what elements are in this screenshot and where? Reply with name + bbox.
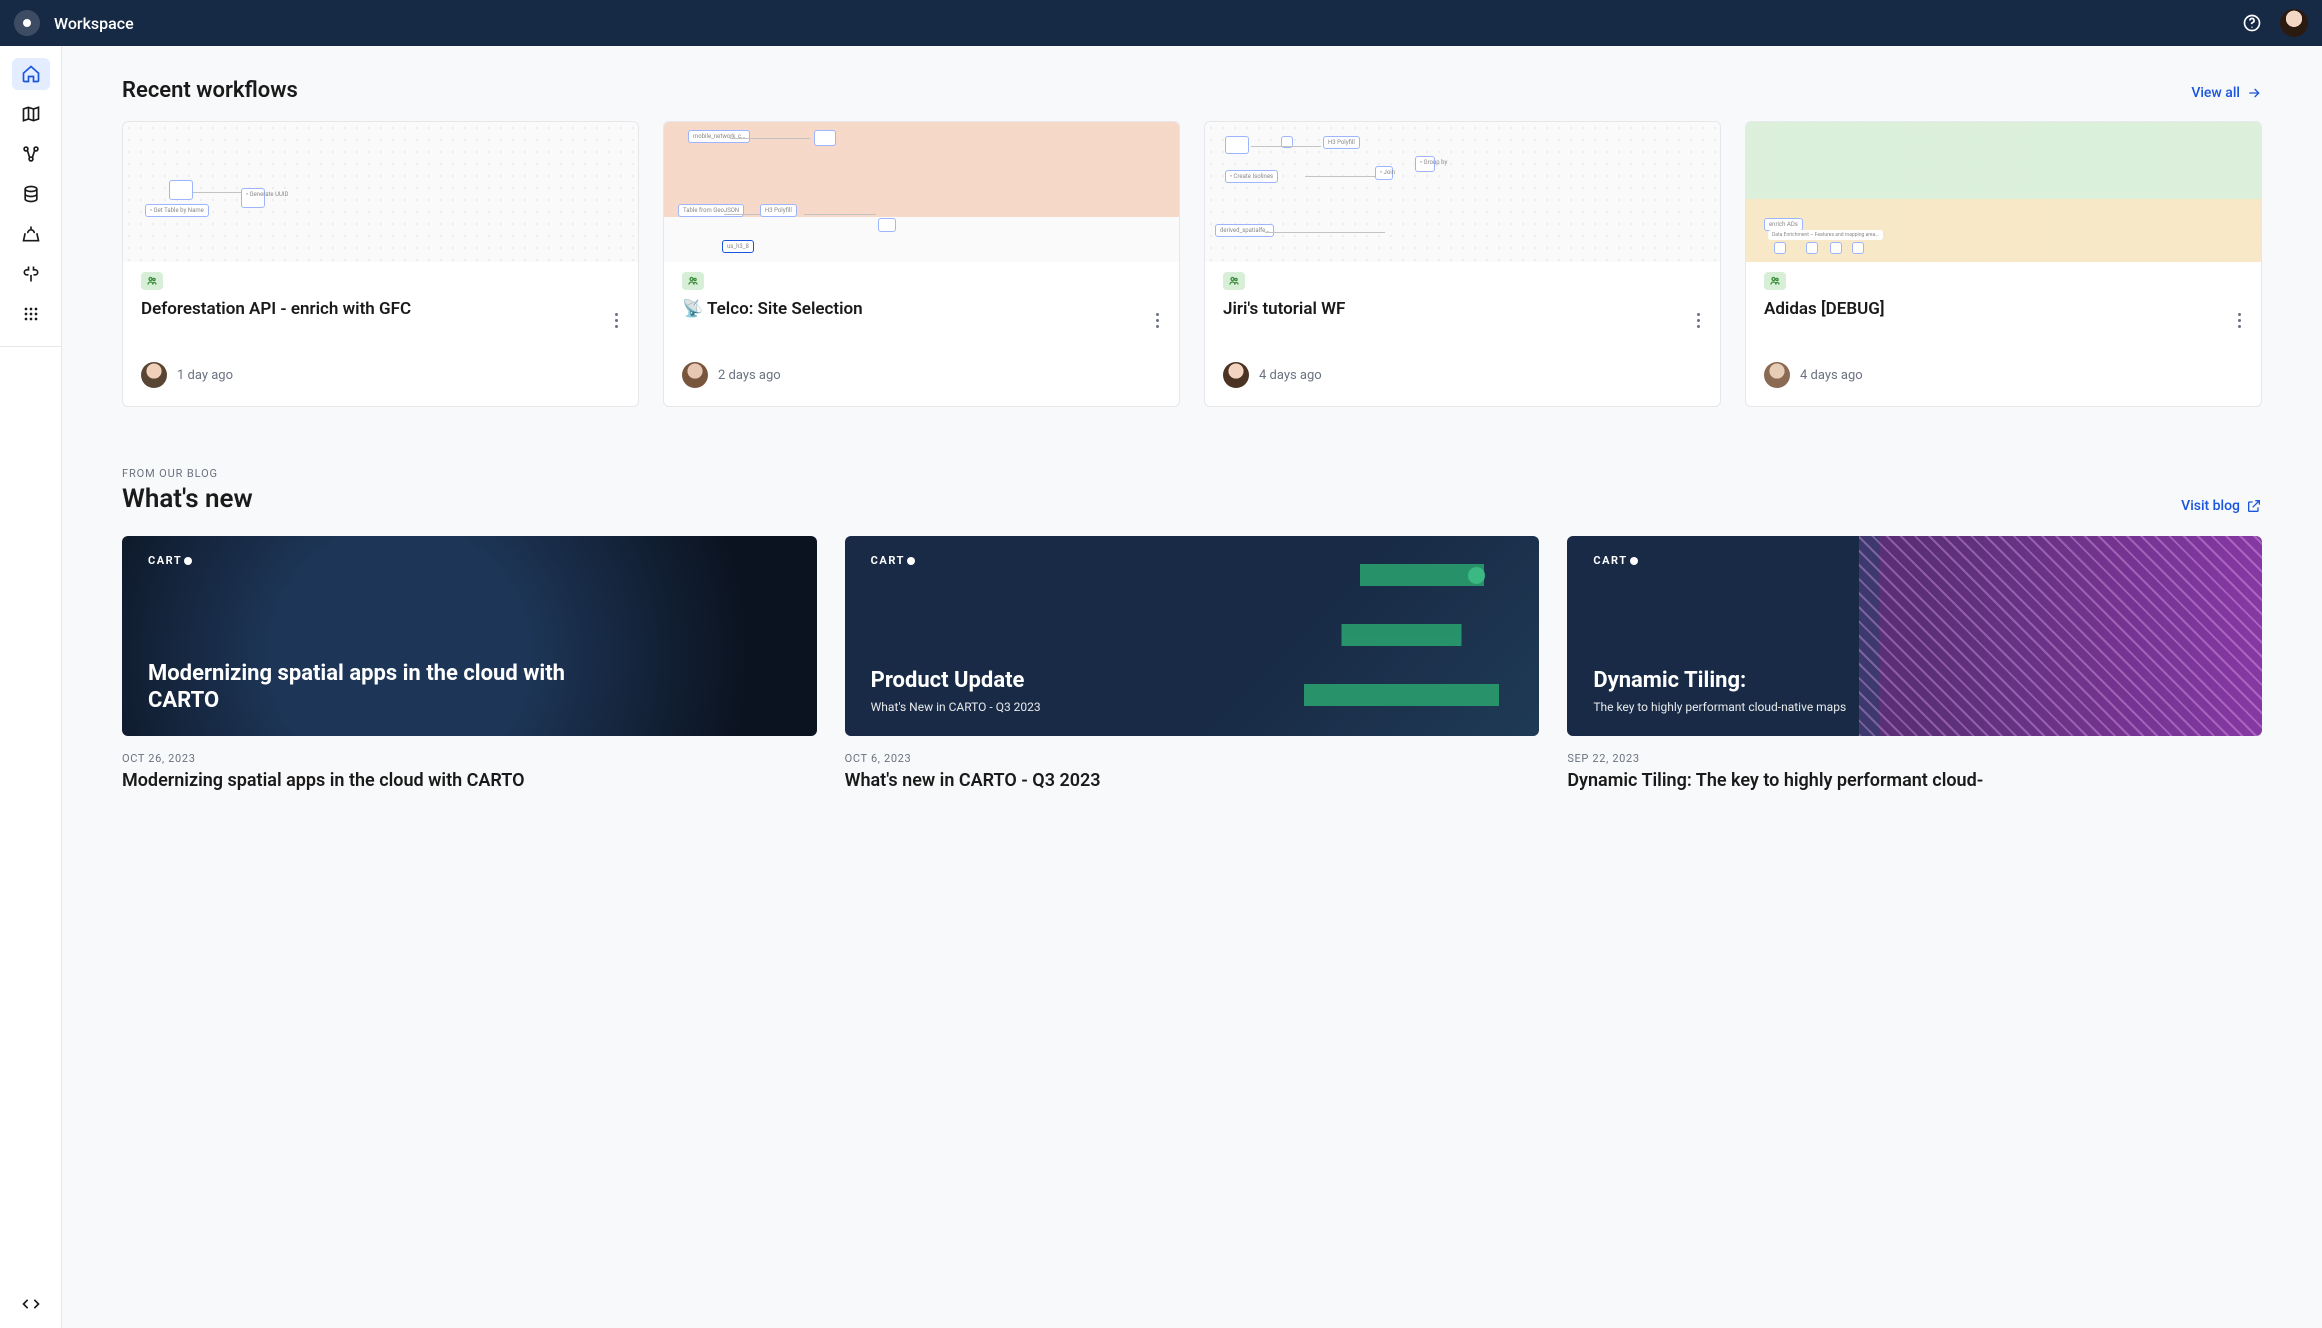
workflow-card[interactable]: enrich ADs Data Enrichment – Features an… [1745,121,2262,407]
blog-cover: CART Modernizing spatial apps in the clo… [122,536,817,736]
shared-icon [141,272,163,290]
dots-vertical-icon [615,313,618,328]
brand-logo: CART [871,554,915,567]
workflow-foot: 4 days ago [1764,362,2243,388]
shared-icon [1764,272,1786,290]
blog-title: Dynamic Tiling: The key to highly perfor… [1567,769,2262,793]
workflow-foot: 1 day ago [141,362,620,388]
blog-grid: CART Modernizing spatial apps in the clo… [122,536,2262,793]
workflow-card[interactable]: mobile_network_c… Table from GeoJSON H3 … [663,121,1180,407]
workflow-time: 2 days ago [718,368,781,383]
help-icon[interactable] [2242,13,2262,33]
blog-cover-title: Product Update [871,668,1321,694]
workflow-body: Jiri's tutorial WF 4 days ago [1205,262,1720,406]
workflow-thumb: H3 Polyfill • Create Isolines • Join • G… [1205,122,1720,262]
shared-icon [682,272,704,290]
sidebar-item-data[interactable] [12,178,50,210]
blog-card[interactable]: CART Product Update What's New in CARTO … [845,536,1540,793]
recent-workflows-header: Recent workflows View all [122,78,2262,103]
blog-cover-title: Dynamic Tiling: [1593,668,2043,694]
blog-card[interactable]: CART Dynamic Tiling: The key to highly p… [1567,536,2262,793]
sidebar-item-apps[interactable] [12,298,50,330]
workflow-menu-button[interactable] [1147,310,1167,330]
workflow-body: Deforestation API - enrich with GFC 1 da… [123,262,638,406]
blog-title: Modernizing spatial apps in the cloud wi… [122,769,817,793]
author-avatar [682,362,708,388]
sidebar-item-home[interactable] [12,58,50,90]
blog-cover: CART Product Update What's New in CARTO … [845,536,1540,736]
workflow-menu-button[interactable] [1688,310,1708,330]
blog-date: OCT 6, 2023 [845,752,1540,765]
workflow-thumb: • Get Table by Name • Generate UUID [123,122,638,262]
sidebar-item-explore[interactable] [12,218,50,250]
workflow-title: Deforestation API - enrich with GFC [141,298,620,344]
sidebar [0,46,62,1328]
blog-cover-title: Modernizing spatial apps in the cloud wi… [148,661,598,714]
workflow-foot: 4 days ago [1223,362,1702,388]
recent-workflows-heading: Recent workflows [122,78,298,103]
dots-vertical-icon [2238,313,2241,328]
sidebar-divider [0,346,61,347]
main-content: Recent workflows View all • Get Table by… [62,46,2322,1328]
blog-cover-sub: What's New in CARTO - Q3 2023 [871,700,1514,714]
workflow-card[interactable]: H3 Polyfill • Create Isolines • Join • G… [1204,121,1721,407]
visit-blog-label: Visit blog [2181,498,2240,514]
brand-logo: CART [148,554,192,567]
blog-date: OCT 26, 2023 [122,752,817,765]
workflow-body: Adidas [DEBUG] 4 days ago [1746,262,2261,406]
workflow-time: 1 day ago [177,368,233,383]
sidebar-item-developers[interactable] [12,1288,50,1320]
workflow-foot: 2 days ago [682,362,1161,388]
blog-card[interactable]: CART Modernizing spatial apps in the clo… [122,536,817,793]
workflow-thumb: enrich ADs Data Enrichment – Features an… [1746,122,2261,262]
workflow-menu-button[interactable] [606,310,626,330]
arrow-right-icon [2246,85,2262,101]
workflow-time: 4 days ago [1259,368,1322,383]
author-avatar [1764,362,1790,388]
workflow-menu-button[interactable] [2229,310,2249,330]
workspace-title: Workspace [54,14,134,33]
blog-cover-sub: The key to highly performant cloud-nativ… [1593,700,2236,714]
workflow-thumb: mobile_network_c… Table from GeoJSON H3 … [664,122,1179,262]
blog-date: SEP 22, 2023 [1567,752,2262,765]
sidebar-item-workflows[interactable] [12,138,50,170]
blog-eyebrow: FROM OUR BLOG [122,467,2262,480]
external-link-icon [2246,498,2262,514]
workflow-title: Jiri's tutorial WF [1223,298,1702,344]
view-all-label: View all [2191,85,2240,101]
workflow-title: 📡 Telco: Site Selection [682,298,1161,344]
workflow-card[interactable]: • Get Table by Name • Generate UUID Defo… [122,121,639,407]
sidebar-item-maps[interactable] [12,98,50,130]
dots-vertical-icon [1697,313,1700,328]
blog-cover: CART Dynamic Tiling: The key to highly p… [1567,536,2262,736]
workflow-time: 4 days ago [1800,368,1863,383]
workflow-title: Adidas [DEBUG] [1764,298,2243,344]
shared-icon [1223,272,1245,290]
topbar: Workspace [0,0,2322,46]
blog-heading: What's new [122,484,253,514]
workflow-grid: • Get Table by Name • Generate UUID Defo… [122,121,2262,407]
workflow-body: 📡 Telco: Site Selection 2 days ago [664,262,1179,406]
blog-title: What's new in CARTO - Q3 2023 [845,769,1540,793]
author-avatar [1223,362,1249,388]
blog-header: What's new Visit blog [122,484,2262,514]
dots-vertical-icon [1156,313,1159,328]
workspace-switcher-icon[interactable] [14,10,40,36]
view-all-link[interactable]: View all [2191,85,2262,101]
brand-logo: CART [1593,554,1637,567]
author-avatar [141,362,167,388]
user-avatar[interactable] [2280,9,2308,37]
visit-blog-link[interactable]: Visit blog [2181,498,2262,514]
sidebar-item-connections[interactable] [12,258,50,290]
